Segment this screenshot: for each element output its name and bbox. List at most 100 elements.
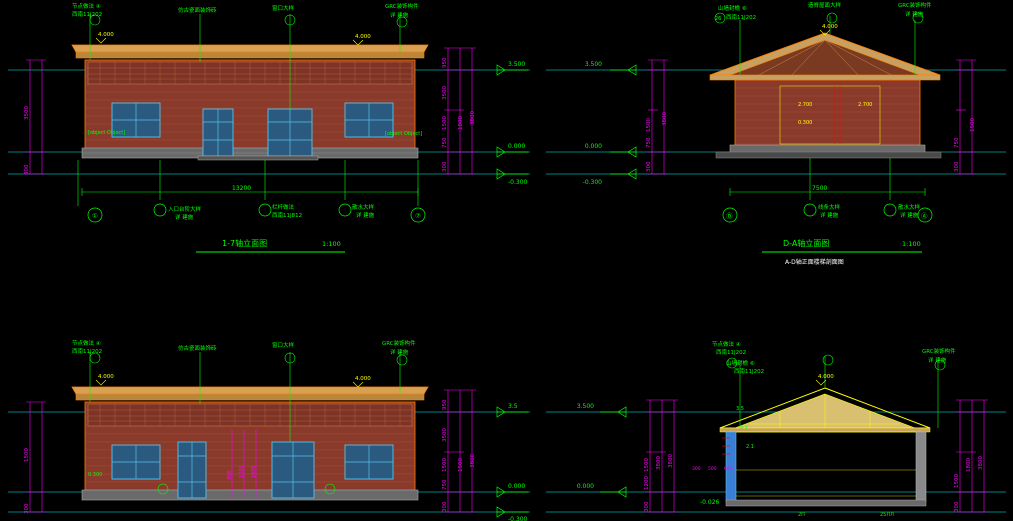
label-rear-grc: GRC装饰构件 [382, 339, 416, 347]
sect-dim-r-300: 300 [954, 501, 960, 512]
bubble-rear-3 [396, 354, 408, 366]
sect-small-21: 2.1 [746, 444, 754, 450]
dim-da-r-750: 750 [954, 137, 960, 148]
drawing-subtitle-da: A-D轴正面楼梯剖面图 [785, 258, 844, 265]
bubble-26-label: 26 [715, 16, 721, 22]
rear-level-minus0300: -0.300 [508, 516, 528, 521]
cad-drawing-canvas: 节点做法 ④ 西南11J202 仿古瓷面装饰砖 窗口大样 GRC装饰构件 详 建… [0, 0, 1013, 521]
dim-r-3800: 3800 [470, 111, 476, 125]
rear-wall-level: 0.300 [88, 472, 102, 478]
label-sect-grc-sub: 详 建施 [928, 356, 947, 364]
label-apron-2-sub: 详 建施 [900, 211, 919, 219]
rear-inner-300: 300 [227, 470, 233, 480]
sect-num-600: 600 [724, 466, 733, 472]
level-left-3500: 3.500 [585, 61, 602, 68]
dim-da-l-300: 300 [646, 161, 652, 172]
overall-dim-7500: 7500 [812, 185, 827, 192]
label-sect-gable: 山墙封檐 ⑥ [726, 359, 755, 367]
axis-bubble-D-label: Ⓓ [726, 212, 733, 220]
drawing-section-right: 节点做法 ④ 西南11J202 山墙封檐 ⑥ 西南11J202 GRC装饰构件 … [540, 320, 1013, 521]
dim-da-l-1500: 1500 [646, 118, 652, 132]
ridge-level-da: 4.000 [822, 24, 838, 30]
wall-level-3300: [object Object] [385, 131, 422, 137]
dim-r-1500: 1500 [442, 116, 448, 130]
dim-da-r-1500: 1500 [970, 118, 976, 132]
rear-dim-r-3500: 3500 [442, 428, 448, 442]
bubble-sect-2 [826, 12, 838, 24]
drawing-elevation-1-7: 节点做法 ④ 西南11J202 仿古瓷面装饰砖 窗口大样 GRC装饰构件 详 建… [0, 0, 540, 265]
label-sect-grc: GRC装饰构件 [922, 347, 956, 355]
label-tile: 仿古瓷面装饰砖 [178, 6, 217, 14]
sect-level-2700b: 2.700 [858, 102, 872, 108]
dim-r-750: 750 [442, 137, 448, 148]
level-3500: 3.500 [508, 61, 525, 68]
rear-ridge-left: 4.000 [98, 374, 114, 380]
axis-bubble-5 [153, 203, 167, 217]
label-rear-tile: 仿古瓷面装饰砖 [178, 344, 217, 352]
sect-bottom-dim-2: 25ЛЛ [880, 512, 894, 518]
rear-dim-r-300: 300 [442, 501, 448, 512]
sect-level-0300: 0.300 [798, 120, 812, 126]
label-gable-eave-sub: 西南11J202 [726, 13, 756, 21]
label-window-detail: 窗口大样 [272, 4, 295, 12]
sect-dim-r-1800: 1800 [966, 458, 972, 472]
label-grc-2: GRC装饰构件 [898, 1, 932, 9]
drawing-scale-da: 1:100 [902, 240, 921, 248]
drawing-title-1-7: 1-7轴立面图 [222, 238, 267, 248]
sect-bottom-dim-1: 2П [798, 512, 805, 518]
bubble-bottom-da-1 [803, 203, 817, 217]
label-apron-2: 散水大样 [898, 203, 921, 211]
axis-bubble-A-label: Ⓐ [921, 212, 928, 220]
dim-left-3500: 3500 [24, 106, 30, 120]
sect-small-27: 2.7 [740, 426, 748, 432]
label-node-method-sub: 西南11J202 [72, 10, 102, 18]
sect-num-300: 300 [692, 466, 701, 472]
rear-dim-l-300: 300 [24, 503, 30, 514]
label-apron-sub: 详 建施 [356, 211, 375, 219]
rear-ridge-right: 4.000 [355, 376, 371, 382]
dim-da-l-3800: 3800 [662, 112, 668, 126]
sect-dim-r-1500: 1500 [954, 474, 960, 488]
dim-r-300: 300 [442, 161, 448, 172]
wall-level-0200: [object Object] [88, 130, 125, 136]
level-0000: 0.000 [508, 143, 525, 150]
label-step-detail-sub: 详 建施 [175, 213, 194, 221]
sect-level-minus0026: -0.026 [700, 499, 720, 506]
rear-inner-1500: 1500 [251, 465, 257, 478]
label-sect-gable-sub: 西南11J202 [734, 367, 764, 375]
rear-inner-1200: 1200 [239, 465, 245, 478]
axis-bubble-7a [338, 203, 352, 217]
dim-r-3500: 3500 [442, 86, 448, 100]
axis-bubble-1-label: ① [92, 212, 98, 220]
label-grc: GRC装饰构件 [385, 2, 419, 10]
label-sect-node: 节点做法 ④ [712, 340, 741, 348]
label-gable-eave: 山墙封檐 ⑥ [718, 4, 747, 12]
bubble-bottom-da-2 [883, 203, 897, 217]
label-railing-sub: 西南11J812 [272, 211, 302, 219]
sect-dim-l-3800: 3800 [656, 456, 662, 470]
rear-dim-r-3800: 3800 [470, 454, 476, 468]
dim-da-l-750: 750 [646, 137, 652, 148]
axis-bubble-7-label: ⑦ [415, 212, 421, 220]
dim-da-r-300: 300 [954, 161, 960, 172]
rear-level-35: 3.5 [508, 403, 518, 410]
drawing-elevation-rear: 节点做法 ④ 西南11J202 仿古瓷面装饰砖 窗口大样 GRC装饰构件 详 建… [0, 320, 540, 521]
sect-dim-l-1200: 1200 [644, 476, 650, 490]
label-node-method: 节点做法 ④ [72, 2, 101, 10]
sect-dim-l-300: 300 [644, 501, 650, 512]
rear-dim-r-1500: 1500 [442, 458, 448, 472]
label-apron: 散水大样 [352, 203, 375, 211]
rear-level-0000: 0.000 [508, 483, 525, 490]
label-ridge-roof: 造脊屋面大样 [808, 1, 842, 9]
sect-dim-l-3800b: 3800 [668, 454, 674, 468]
label-step-detail: 入口台阶大样 [168, 205, 202, 213]
label-rear-node: 节点做法 ④ [72, 339, 101, 347]
label-line-detail: 线条大样 [818, 203, 841, 211]
sect-level-0000: 0.000 [577, 483, 594, 490]
dim-r-1800: 1800 [458, 116, 464, 130]
sect-dim-l-1500: 1500 [644, 458, 650, 472]
rear-dim-r-1500b: 1500 [458, 458, 464, 472]
dim-r-950: 950 [442, 57, 448, 68]
sect-dim-r-3800: 3800 [978, 456, 984, 470]
ridge-level-left: 4.000 [98, 32, 114, 38]
